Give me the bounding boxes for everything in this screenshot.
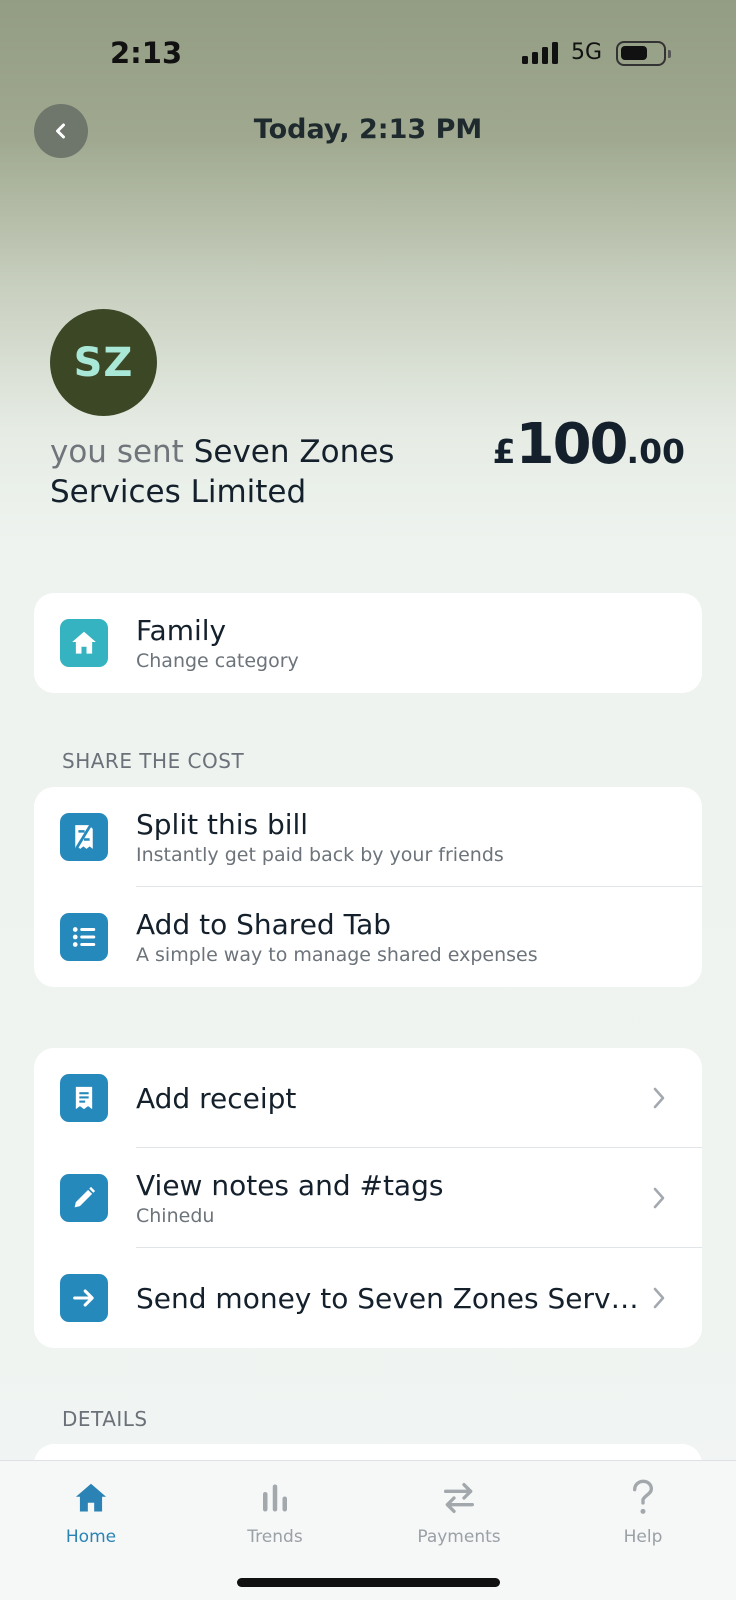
tab-label: Help [623,1527,663,1547]
tab-label: Trends [247,1527,303,1547]
transaction-description: you sent Seven Zones Services Limited [50,432,470,512]
split-bill-title: Split this bill [136,808,309,841]
split-bill-subtitle: Instantly get paid back by your friends [136,844,504,866]
chevron-right-icon [653,1187,665,1209]
amount-currency: £ [492,432,516,471]
category-subtitle: Change category [136,650,299,672]
shared-tab-title: Add to Shared Tab [136,908,391,941]
tab-label: Payments [417,1527,501,1547]
notes-tags-title: View notes and #tags [136,1169,444,1202]
bar-chart-icon [263,1484,287,1512]
tab-trends[interactable]: Trends [205,1475,345,1547]
split-bill-row[interactable]: Split this bill Instantly get paid back … [34,787,702,887]
battery-icon [616,41,671,66]
tab-label: Home [65,1527,117,1547]
chevron-right-icon [653,1287,665,1309]
shared-tab-row[interactable]: Add to Shared Tab A simple way to manage… [34,887,702,987]
home-icon [75,1483,107,1512]
category-card: Family Change category [34,593,702,693]
notes-tags-subtitle: Chinedu [136,1205,215,1227]
signal-strength-icon [522,42,558,64]
category-title: Family [136,614,227,647]
add-receipt-row[interactable]: Add receipt [34,1048,702,1148]
sent-prefix: you sent [50,434,184,470]
home-indicator [237,1578,500,1587]
send-money-row[interactable]: Send money to Seven Zones Servi… [34,1248,702,1348]
actions-card: Add receipt View notes and #tags Chinedu… [34,1048,702,1348]
receipt-icon [60,1074,108,1122]
arrow-right-icon [60,1274,108,1322]
question-icon [633,1479,654,1514]
amount-integer: 100 [515,412,629,477]
pencil-icon [60,1174,108,1222]
share-section-label: SHARE THE COST [62,749,245,773]
change-category-row[interactable]: Family Change category [34,593,702,693]
status-time: 2:13 [110,36,183,70]
tab-payments[interactable]: Payments [389,1475,529,1547]
amount-decimal: .00 [626,432,685,471]
home-icon [60,619,108,667]
notes-tags-row[interactable]: View notes and #tags Chinedu [34,1148,702,1248]
shared-tab-subtitle: A simple way to manage shared expenses [136,944,538,966]
page-title: Today, 2:13 PM [253,114,483,145]
transfer-arrows-icon [444,1483,474,1513]
merchant-initials: SZ [73,339,134,386]
list-icon [60,913,108,961]
merchant-avatar: SZ [50,309,157,416]
chevron-right-icon [653,1087,665,1109]
network-type: 5G [571,40,603,65]
add-receipt-title: Add receipt [136,1081,297,1115]
share-cost-card: Split this bill Instantly get paid back … [34,787,702,987]
details-section-label: DETAILS [62,1407,148,1431]
split-bill-icon [60,813,108,861]
transaction-amount: £100.00 [470,412,685,477]
send-money-title: Send money to Seven Zones Servi… [136,1281,642,1315]
tab-help[interactable]: Help [573,1475,713,1547]
tab-home[interactable]: Home [21,1475,161,1547]
